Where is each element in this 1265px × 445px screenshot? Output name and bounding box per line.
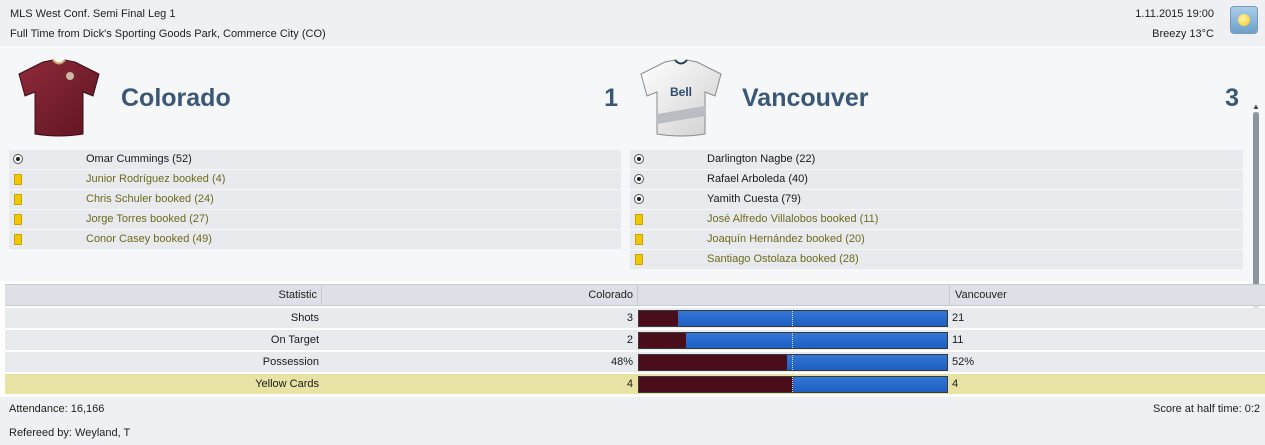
competition-title: MLS West Conf. Semi Final Leg 1 [10, 8, 176, 20]
away-kit-icon: Bell [640, 59, 722, 137]
stat-home-value: 2 [626, 334, 633, 346]
stat-row: Yellow Cards 4 4 [5, 374, 1265, 394]
yellow-card-icon [634, 214, 644, 225]
weather-text: Breezy 13°C [1152, 28, 1214, 40]
event-row: Chris Schuler booked (24) [9, 190, 621, 209]
stat-home-value: 3 [626, 312, 633, 324]
event-row: Yamith Cuesta (79) [630, 190, 1243, 209]
stat-away-value: 21 [952, 312, 965, 324]
yellow-card-icon [13, 194, 23, 205]
home-bar-fill [639, 333, 686, 348]
booking-text[interactable]: Conor Casey booked (49) [86, 233, 212, 245]
ball-icon [13, 154, 23, 165]
event-row: Darlington Nagbe (22) [630, 150, 1243, 169]
header-away: Vancouver [955, 289, 1007, 301]
scroll-thumb[interactable] [1253, 112, 1259, 302]
home-bar-fill [639, 377, 793, 392]
goal-scorer[interactable]: Omar Cummings (52) [86, 153, 192, 165]
stats-table: Statistic Colorado Vancouver Shots 3 21 On … [5, 284, 1265, 394]
match-datetime: 1.11.2015 19:00 [1135, 8, 1214, 20]
referee: Refereed by: Weyland, T [9, 427, 131, 439]
match-footer: Attendance: 16,166 Refereed by: Weyland,… [0, 397, 1265, 445]
event-row: Jorge Torres booked (27) [9, 210, 621, 229]
away-bar-fill [678, 311, 947, 326]
booking-text[interactable]: Santiago Ostolaza booked (28) [707, 253, 859, 265]
home-team-name: Colorado [121, 84, 231, 112]
stat-row: Possession 48% 52% [5, 352, 1265, 372]
scroll-up-icon[interactable]: ▲ [1252, 102, 1260, 111]
event-row: Santiago Ostolaza booked (28) [630, 250, 1243, 269]
goal-scorer[interactable]: Darlington Nagbe (22) [707, 153, 815, 165]
stats-header: Statistic Colorado Vancouver [5, 284, 1265, 306]
event-row: Rafael Arboleda (40) [630, 170, 1243, 189]
event-row: Junior Rodríguez booked (4) [9, 170, 621, 189]
event-row: José Alfredo Villalobos booked (11) [630, 210, 1243, 229]
header-statistic: Statistic [278, 289, 317, 301]
sunny-icon [1230, 6, 1258, 34]
away-score: 3 [1225, 84, 1239, 112]
away-bar-fill [686, 333, 947, 348]
event-row: Conor Casey booked (49) [9, 230, 621, 249]
stat-label: On Target [270, 334, 319, 346]
yellow-card-icon [13, 234, 23, 245]
home-events-list: Omar Cummings (52) Junior Rodríguez booke… [9, 150, 621, 250]
stat-label: Shots [290, 312, 319, 324]
stat-home-value: 4 [626, 378, 633, 390]
home-kit-icon [18, 59, 100, 137]
home-bar-fill [639, 355, 787, 370]
header-home: Colorado [588, 289, 633, 301]
venue-line: Full Time from Dick's Sporting Goods Par… [10, 28, 326, 40]
stat-away-value: 52% [952, 356, 975, 368]
stat-label: Possession [262, 356, 319, 368]
home-bar-fill [639, 311, 678, 326]
kit-sponsor-text: Bell [670, 85, 692, 99]
booking-text[interactable]: Junior Rodríguez booked (4) [86, 173, 225, 185]
stat-away-value: 4 [952, 378, 959, 390]
stat-rows: Shots 3 21 On Target 2 11 Possession 48% 52% Yell… [5, 308, 1265, 394]
ball-icon [634, 154, 644, 165]
stat-comparison-bar [638, 354, 948, 371]
stat-away-value: 11 [952, 334, 964, 346]
yellow-card-icon [13, 174, 23, 185]
goal-scorer[interactable]: Rafael Arboleda (40) [707, 173, 808, 185]
yellow-card-icon [13, 214, 23, 225]
scroll-track[interactable] [1253, 112, 1259, 312]
booking-text[interactable]: Chris Schuler booked (24) [86, 193, 214, 205]
attendance: Attendance: 16,166 [9, 403, 105, 415]
stat-comparison-bar [638, 332, 948, 349]
away-events-list: Darlington Nagbe (22) Rafael Arboleda (40… [630, 150, 1243, 274]
stat-home-value: 48% [610, 356, 633, 368]
home-score: 1 [604, 84, 618, 112]
away-team-name: Vancouver [742, 84, 869, 112]
half-time-score: Score at half time: 0:2 [1153, 403, 1260, 415]
ball-icon [634, 174, 644, 185]
stat-row: Shots 3 21 [5, 308, 1265, 328]
stat-label: Yellow Cards [255, 378, 319, 390]
away-bar-fill [793, 377, 947, 392]
team-summary: Colorado 1 Bell Vancouver 3 Omar Cumming… [0, 46, 1265, 320]
goal-scorer[interactable]: Yamith Cuesta (79) [707, 193, 801, 205]
away-bar-fill [787, 355, 947, 370]
stat-comparison-bar [638, 376, 948, 393]
booking-text[interactable]: Jorge Torres booked (27) [86, 213, 209, 225]
yellow-card-icon [634, 234, 644, 245]
event-row: Joaquín Hernández booked (20) [630, 230, 1243, 249]
stat-comparison-bar [638, 310, 948, 327]
booking-text[interactable]: José Alfredo Villalobos booked (11) [707, 213, 878, 225]
match-header: MLS West Conf. Semi Final Leg 1 Full Tim… [0, 0, 1265, 46]
stat-row: On Target 2 11 [5, 330, 1265, 350]
event-row: Omar Cummings (52) [9, 150, 621, 169]
yellow-card-icon [634, 254, 644, 265]
ball-icon [634, 194, 644, 205]
booking-text[interactable]: Joaquín Hernández booked (20) [707, 233, 865, 245]
